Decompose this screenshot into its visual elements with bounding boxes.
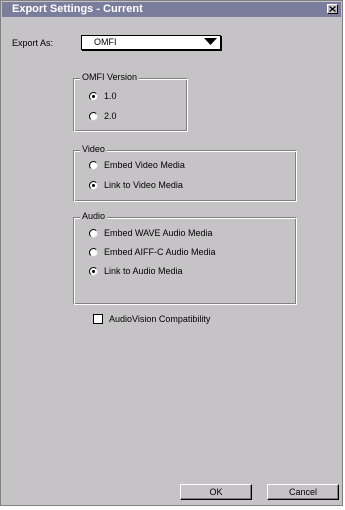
radio-button[interactable] [89,180,98,190]
window-title: Export Settings - Current [12,3,143,15]
radio-label: Embed WAVE Audio Media [104,227,213,238]
radio-label: Link to Audio Media [104,265,183,276]
video-title: Video [80,144,107,155]
radio-button[interactable] [89,160,98,170]
embed-video-media-radio[interactable]: Embed Video Media [89,159,185,171]
close-icon [329,6,336,12]
audio-group: Audio Embed WAVE Audio Media Embed AIFF-… [73,211,297,305]
export-format-value: OMFI [94,37,117,47]
video-group: Video Embed Video Media Link to Video Me… [73,144,297,202]
radio-button[interactable] [89,247,98,257]
ok-button[interactable]: OK [180,484,252,500]
export-settings-window: Export Settings - Current Export As: OMF… [0,0,343,506]
omfi-version-title: OMFI Version [80,72,140,83]
omfi-version-1-0-radio[interactable]: 1.0 [89,90,117,102]
omfi-version-2-0-radio[interactable]: 2.0 [89,110,117,122]
radio-label: Embed Video Media [104,159,185,170]
radio-label: Link to Video Media [104,179,183,190]
close-button[interactable] [327,4,338,14]
audiovision-compatibility-checkbox[interactable]: AudioVision Compatibility [93,313,210,325]
omfi-version-group: OMFI Version 1.0 2.0 [73,72,188,132]
audio-title: Audio [80,211,108,222]
embed-wave-audio-media-radio[interactable]: Embed WAVE Audio Media [89,227,213,239]
export-format-dropdown[interactable]: OMFI [81,35,221,50]
radio-button[interactable] [89,228,98,238]
link-to-audio-media-radio[interactable]: Link to Audio Media [89,265,183,277]
radio-label: 1.0 [104,90,117,101]
link-to-video-media-radio[interactable]: Link to Video Media [89,179,183,191]
export-as-label: Export As: [12,38,54,48]
radio-button[interactable] [89,111,98,121]
radio-label: Embed AIFF-C Audio Media [104,246,216,257]
embed-aiff-c-audio-media-radio[interactable]: Embed AIFF-C Audio Media [89,246,216,258]
title-bar[interactable]: Export Settings - Current [2,2,341,17]
radio-label: 2.0 [104,110,117,121]
radio-button[interactable] [89,266,98,276]
chevron-down-icon [204,38,217,45]
radio-button[interactable] [89,91,98,101]
checkbox-label: AudioVision Compatibility [109,313,211,324]
checkbox[interactable] [93,314,103,324]
cancel-button[interactable]: Cancel [267,484,339,500]
